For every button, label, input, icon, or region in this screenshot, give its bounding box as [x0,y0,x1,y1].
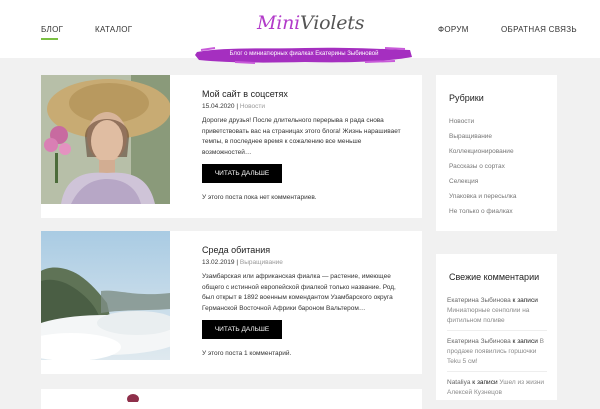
post-card: Мой сайт в соцсетях 15.04.2020 | Новости… [41,75,422,218]
post-card: Среда обитания 13.02.2019 | Выращивание … [41,231,422,374]
post-meta: 15.04.2020 | Новости [202,103,266,110]
post-title[interactable]: Среда обитания [202,245,270,255]
read-more-button[interactable]: ЧИТАТЬ ДАЛЬШЕ [202,320,282,339]
logo-violets: Violets [300,12,365,34]
comment-on-label: к записи [512,338,538,345]
comment-author: Екатерина Зыбинова [447,338,511,345]
recent-comment: Nataliya к записи Ушел из жизни Алексей … [447,378,551,398]
comments-count[interactable]: У этого поста пока нет комментариев. [202,194,317,201]
post-excerpt: Узамбарская или африканская фиалка — рас… [202,273,396,312]
post-category[interactable]: Новости [240,103,265,110]
post-date: 15.04.2020 [202,103,235,110]
category-link[interactable]: Рассказы о сортах [449,163,505,170]
nav-feedback[interactable]: ОБРАТНАЯ СВЯЗЬ [501,25,577,34]
comment-post-link[interactable]: Миниатюрные сенполии на фитильном поливе [447,307,529,324]
read-more-button[interactable]: ЧИТАТЬ ДАЛЬШЕ [202,164,282,183]
category-link[interactable]: Упаковка и пересылка [449,193,516,200]
post-thumbnail-partial[interactable] [41,391,170,404]
post-meta: 13.02.2019 | Выращивание [202,259,283,266]
widget-title: Свежие комментарии [449,272,540,282]
post-excerpt: Дорогие друзья! После длительного переры… [202,117,401,156]
comment-on-label: к записи [512,297,538,304]
rubrics-widget: Рубрики Новости Выращивание Коллекционир… [436,75,557,231]
post-thumbnail[interactable] [41,231,170,360]
category-link[interactable]: Коллекционирование [449,148,514,155]
comment-on-label: к записи [472,379,498,386]
divider [447,330,547,331]
comment-author: Екатерина Зыбинова [447,297,511,304]
post-category[interactable]: Выращивание [240,259,283,266]
recent-comments-widget: Свежие комментарии Екатерина Зыбинова к … [436,254,557,400]
comments-count[interactable]: У этого поста 1 комментарий. [202,350,291,357]
divider [447,371,547,372]
nav-forum[interactable]: ФОРУМ [438,25,469,34]
category-link[interactable]: Селекция [449,178,478,185]
recent-comment: Екатерина Зыбинова к записи В продаже по… [447,337,551,367]
comment-author: Nataliya [447,379,471,386]
logo-mini: Mini [257,12,301,34]
category-link[interactable]: Новости [449,118,474,125]
post-title[interactable]: Мой сайт в соцсетях [202,89,288,99]
widget-title: Рубрики [449,93,484,103]
recent-comment: Екатерина Зыбинова к записи Миниатюрные … [447,296,551,326]
nav-active-indicator [41,38,58,40]
post-card-partial [41,389,422,409]
category-link[interactable]: Не только о фиалках [449,208,513,215]
category-link[interactable]: Выращивание [449,133,492,140]
post-date: 13.02.2019 [202,259,235,266]
site-tagline: Блог о миниатюрных фиалках Екатерины Зыб… [229,51,379,57]
nav-blog[interactable]: БЛОГ [41,25,63,34]
nav-catalog[interactable]: КАТАЛОГ [95,25,132,34]
site-logo[interactable]: MiniViolets [257,12,364,34]
post-thumbnail[interactable] [41,75,170,204]
